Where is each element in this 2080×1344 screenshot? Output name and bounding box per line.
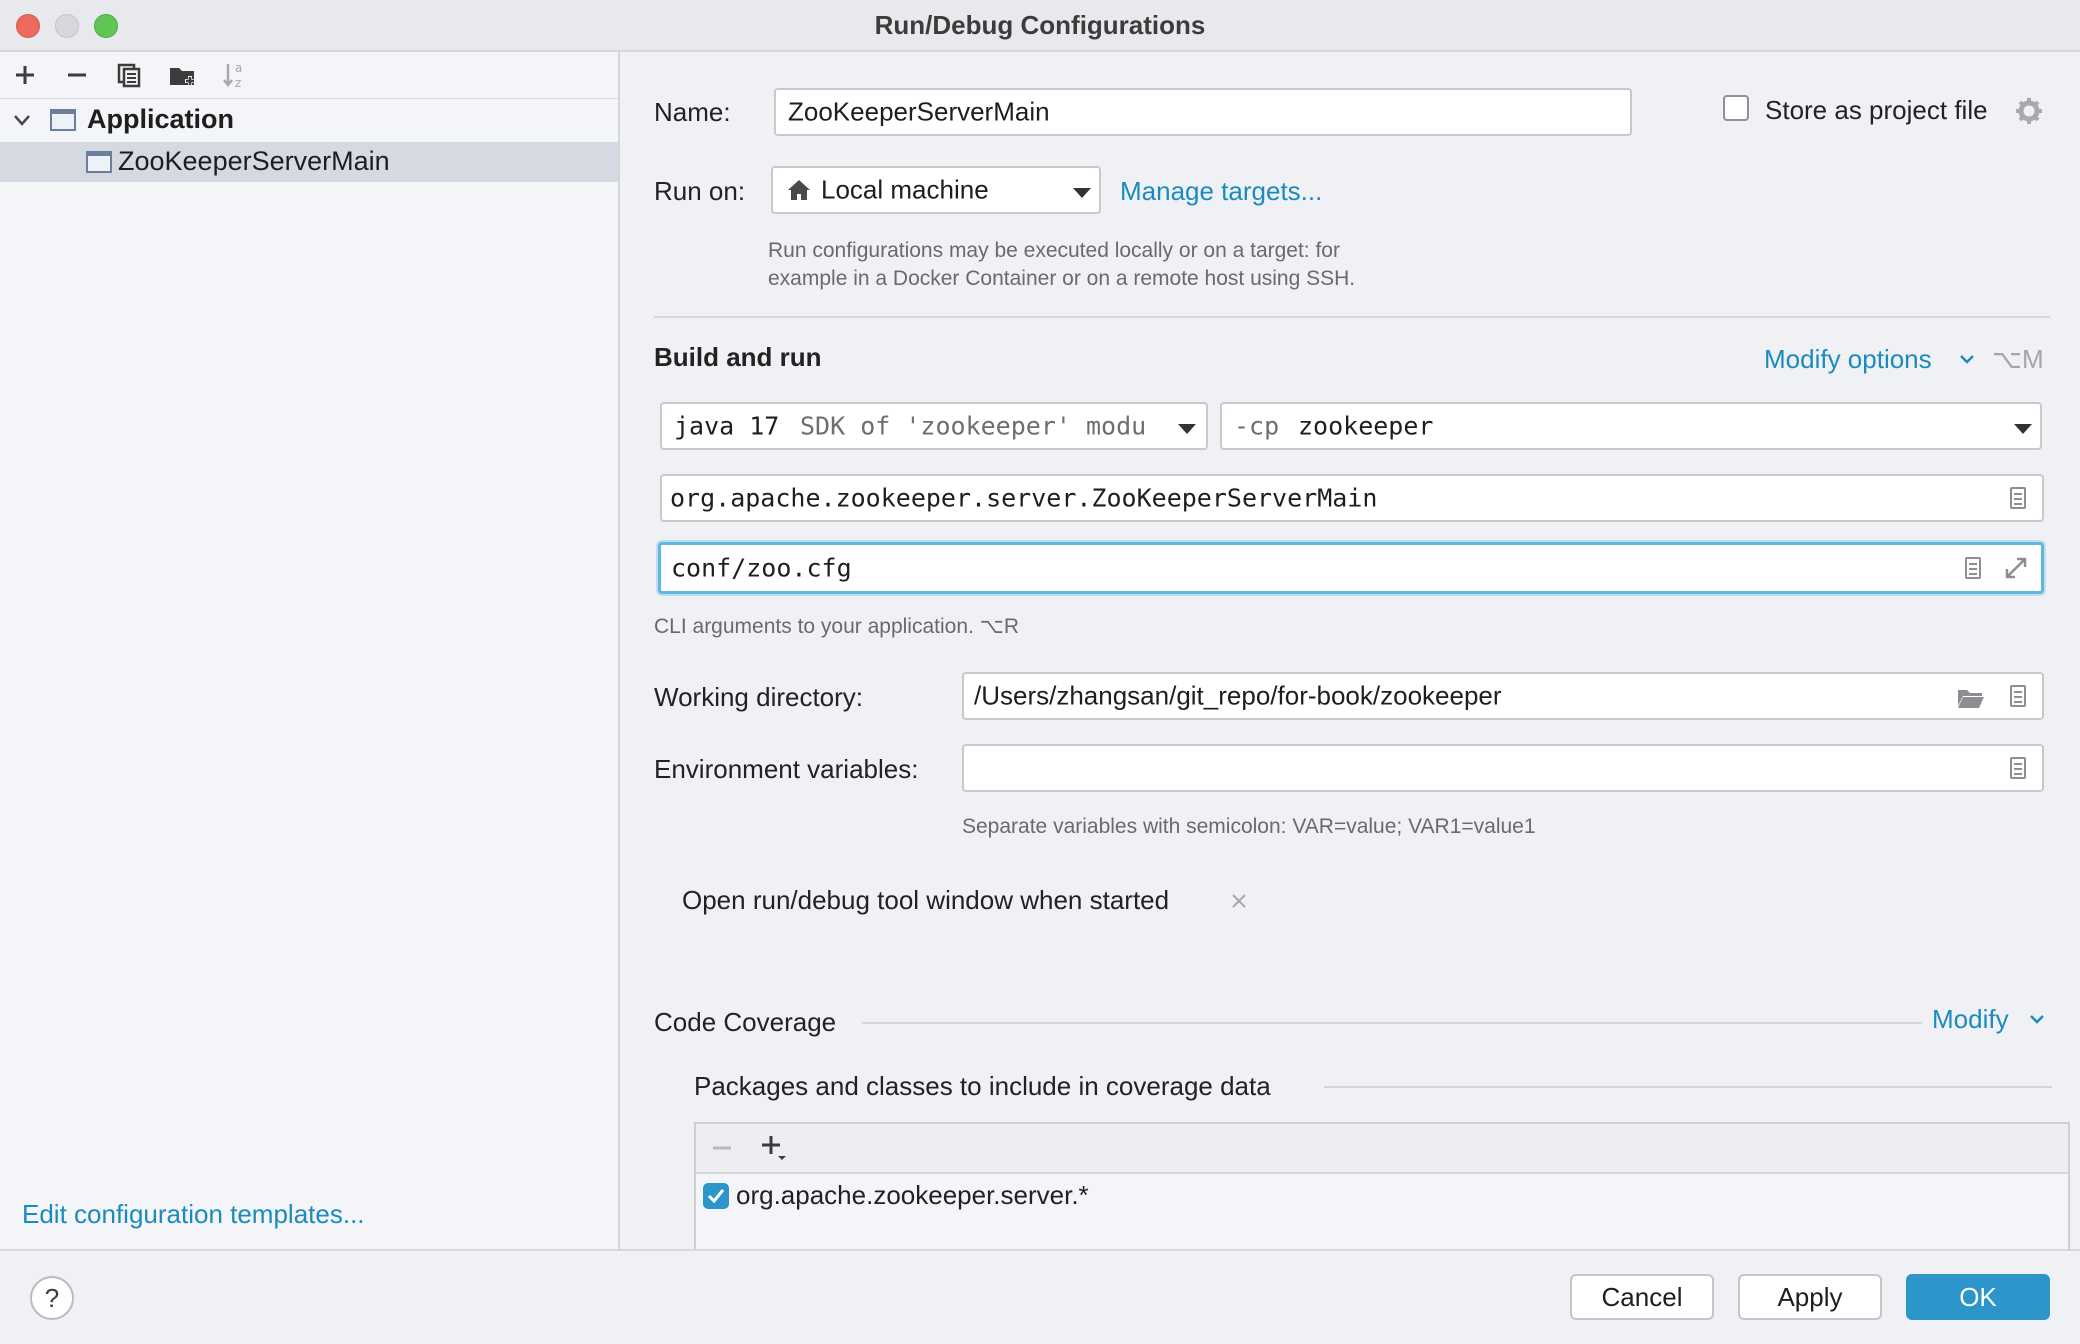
build-and-run-title: Build and run bbox=[654, 342, 822, 372]
chevron-down-icon[interactable] bbox=[1958, 352, 1976, 366]
add-icon[interactable] bbox=[760, 1134, 788, 1162]
run-debug-dialog: Run/Debug Configurations az Application bbox=[0, 0, 2080, 1344]
configuration-form: Name: ZooKeeperServerMain Store as proje… bbox=[620, 52, 2080, 1262]
environment-variables-input[interactable] bbox=[962, 744, 2044, 792]
expand-icon[interactable] bbox=[2003, 555, 2029, 581]
dropdown-arrow-icon bbox=[2014, 424, 2032, 434]
remove-icon[interactable] bbox=[710, 1136, 734, 1160]
run-on-hint-line1: Run configurations may be executed local… bbox=[768, 239, 1340, 262]
svg-text:a: a bbox=[235, 61, 242, 75]
sort-icon[interactable]: az bbox=[218, 58, 252, 92]
run-on-value: Local machine bbox=[821, 174, 989, 205]
add-icon[interactable] bbox=[8, 58, 42, 92]
dropdown-arrow-icon bbox=[1178, 424, 1196, 434]
code-coverage-title: Code Coverage bbox=[654, 1007, 837, 1037]
divider bbox=[1324, 1086, 2052, 1088]
ok-button[interactable]: OK bbox=[1906, 1274, 2050, 1320]
run-on-dropdown[interactable]: Local machine bbox=[771, 166, 1101, 214]
environment-variables-label: Environment variables: bbox=[654, 754, 919, 784]
name-label: Name: bbox=[654, 97, 731, 127]
home-icon bbox=[788, 180, 810, 200]
modify-options-link[interactable]: Modify options bbox=[1764, 344, 1932, 375]
browse-icon[interactable] bbox=[2010, 487, 2026, 509]
coverage-list: org.apache.zookeeper.server.* bbox=[694, 1122, 2070, 1262]
open-tool-window-option: Open run/debug tool window when started bbox=[682, 885, 1170, 915]
title-bar: Run/Debug Configurations bbox=[0, 0, 2080, 52]
manage-targets-link[interactable]: Manage targets... bbox=[1120, 176, 1322, 207]
application-config-icon bbox=[86, 151, 112, 173]
working-directory-input[interactable]: /Users/zhangsan/git_repo/for-book/zookee… bbox=[962, 672, 2044, 720]
coverage-entry-pattern: org.apache.zookeeper.server.* bbox=[736, 1180, 1089, 1210]
modify-options-shortcut: ⌥M bbox=[1992, 344, 2044, 374]
copy-icon[interactable] bbox=[112, 58, 146, 92]
classpath-flag: -cp bbox=[1234, 411, 1280, 441]
insert-macro-icon[interactable] bbox=[2010, 685, 2026, 707]
tree-node-application-label: Application bbox=[87, 104, 234, 134]
program-arguments-value: conf/zoo.cfg bbox=[671, 553, 852, 583]
coverage-list-toolbar bbox=[696, 1124, 2068, 1174]
tree-node-zookeeper-label: ZooKeeperServerMain bbox=[118, 146, 390, 176]
store-as-project-file-checkbox[interactable] bbox=[1723, 95, 1749, 121]
folder-icon[interactable] bbox=[1956, 686, 1986, 710]
divider bbox=[654, 316, 2050, 318]
run-on-hint-line2: example in a Docker Container or on a re… bbox=[768, 267, 1356, 290]
jdk-detail: SDK of 'zookeeper' modu bbox=[800, 411, 1147, 441]
run-on-label: Run on: bbox=[654, 176, 746, 206]
classpath-value: zookeeper bbox=[1298, 411, 1434, 441]
tree-node-application[interactable]: Application bbox=[0, 100, 618, 140]
chevron-down-icon[interactable] bbox=[2028, 1012, 2046, 1026]
svg-text:z: z bbox=[235, 76, 241, 89]
window-title: Run/Debug Configurations bbox=[874, 10, 1206, 40]
jdk-main: java 17 bbox=[674, 411, 780, 441]
configuration-sidebar: az Application ZooKeeperServerMain Edit … bbox=[0, 52, 620, 1249]
sidebar-toolbar: az bbox=[0, 52, 618, 99]
program-arguments-hint: CLI arguments to your application. ⌥R bbox=[654, 615, 1020, 638]
dropdown-arrow-icon bbox=[1073, 188, 1091, 198]
coverage-entry-checkbox[interactable] bbox=[702, 1182, 730, 1210]
jdk-dropdown[interactable]: java 17 SDK of 'zookeeper' modu bbox=[660, 402, 1208, 450]
chevron-down-icon[interactable] bbox=[12, 110, 32, 130]
environment-variables-hint: Separate variables with semicolon: VAR=v… bbox=[962, 815, 1536, 838]
coverage-packages-title: Packages and classes to include in cover… bbox=[694, 1071, 1271, 1101]
gear-icon[interactable] bbox=[2014, 96, 2044, 126]
coverage-modify-link[interactable]: Modify bbox=[1932, 1004, 2009, 1035]
help-button[interactable]: ? bbox=[30, 1276, 74, 1320]
apply-button[interactable]: Apply bbox=[1738, 1274, 1882, 1320]
edit-variables-icon[interactable] bbox=[2010, 757, 2026, 779]
coverage-list-item[interactable]: org.apache.zookeeper.server.* bbox=[696, 1174, 2068, 1218]
main-class-input[interactable]: org.apache.zookeeper.server.ZooKeeperSer… bbox=[660, 474, 2044, 522]
close-icon[interactable] bbox=[1230, 892, 1248, 910]
program-arguments-input[interactable]: conf/zoo.cfg bbox=[658, 542, 2044, 594]
new-folder-icon[interactable] bbox=[166, 58, 200, 92]
tree-node-zookeeper-server-main[interactable]: ZooKeeperServerMain bbox=[0, 142, 618, 182]
application-config-icon bbox=[50, 109, 76, 131]
cancel-button[interactable]: Cancel bbox=[1570, 1274, 1714, 1320]
edit-configuration-templates-link[interactable]: Edit configuration templates... bbox=[22, 1199, 365, 1230]
working-directory-label: Working directory: bbox=[654, 682, 864, 712]
store-as-project-file-label: Store as project file bbox=[1765, 95, 1988, 125]
remove-icon[interactable] bbox=[60, 58, 94, 92]
name-input[interactable]: ZooKeeperServerMain bbox=[774, 88, 1632, 136]
main-class-value: org.apache.zookeeper.server.ZooKeeperSer… bbox=[670, 483, 1378, 513]
classpath-dropdown[interactable]: -cp zookeeper bbox=[1220, 402, 2042, 450]
insert-macro-icon[interactable] bbox=[1965, 557, 1981, 579]
working-directory-value: /Users/zhangsan/git_repo/for-book/zookee… bbox=[974, 680, 1502, 711]
divider bbox=[862, 1022, 1922, 1024]
name-input-value: ZooKeeperServerMain bbox=[788, 96, 1050, 127]
